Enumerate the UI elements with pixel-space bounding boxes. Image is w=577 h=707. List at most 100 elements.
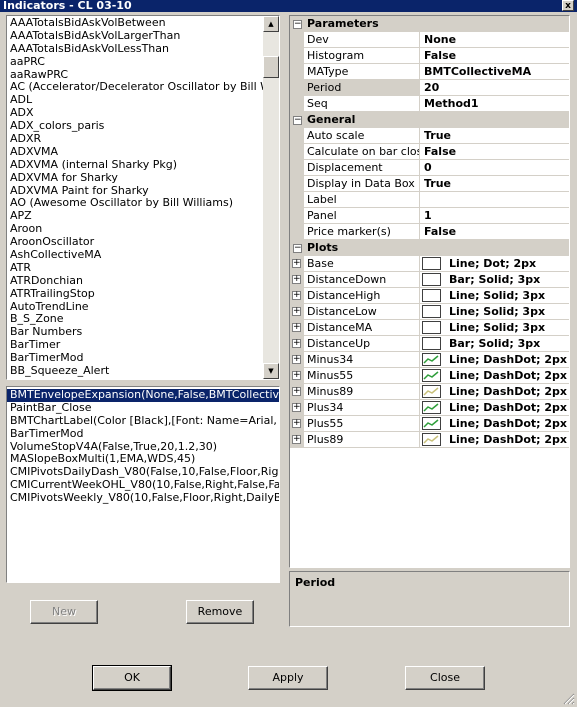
scroll-down-icon[interactable]: ▼ — [263, 363, 279, 379]
property-name[interactable]: Displacement — [304, 160, 420, 176]
applied-indicator-item[interactable]: VolumeStopV4A(False,True,20,1.2,30) — [7, 441, 279, 454]
row-gutter[interactable]: + — [290, 256, 304, 272]
indicator-list-item[interactable]: AAATotalsBidAskVolLessThan — [7, 43, 263, 56]
indicator-list-item[interactable]: aaRawPRC — [7, 69, 263, 82]
property-row[interactable]: + DistanceLow Line; Solid; 3px — [290, 304, 569, 320]
property-row[interactable]: + Minus55 Line; DashDot; 2px — [290, 368, 569, 384]
property-name[interactable]: Minus89 — [304, 384, 420, 400]
expand-icon[interactable]: + — [292, 435, 301, 444]
property-value[interactable]: Line; Solid; 3px — [420, 304, 569, 320]
property-value[interactable]: 1 — [420, 208, 569, 224]
new-button[interactable]: New — [30, 600, 98, 624]
color-swatch-icon[interactable] — [422, 417, 441, 430]
property-row[interactable]: + DistanceMA Line; Solid; 3px — [290, 320, 569, 336]
property-row[interactable]: Period 20 — [290, 80, 569, 96]
property-name[interactable]: Minus55 — [304, 368, 420, 384]
property-value[interactable]: BMTCollectiveMA — [420, 64, 569, 80]
indicator-list-item[interactable]: aaPRC — [7, 56, 263, 69]
property-name[interactable]: Period — [304, 80, 420, 96]
property-name[interactable]: DistanceDown — [304, 272, 420, 288]
row-gutter[interactable]: + — [290, 384, 304, 400]
property-row[interactable]: Label — [290, 192, 569, 208]
indicator-list-item[interactable]: ADX — [7, 107, 263, 120]
property-row[interactable]: + Minus89 Line; DashDot; 2px — [290, 384, 569, 400]
expand-icon[interactable]: + — [292, 307, 301, 316]
property-name[interactable]: Label — [304, 192, 420, 208]
indicator-list-item[interactable]: AC (Accelerator/Decelerator Oscillator b… — [7, 81, 263, 94]
property-row[interactable]: + Base Line; Dot; 2px — [290, 256, 569, 272]
property-row[interactable]: Display in Data Box True — [290, 176, 569, 192]
property-value[interactable]: Line; DashDot; 2px — [420, 368, 569, 384]
collapse-icon[interactable]: − — [293, 20, 302, 29]
color-swatch-icon[interactable] — [422, 433, 441, 446]
color-swatch-icon[interactable] — [422, 337, 441, 350]
indicator-list-item[interactable]: ATRTrailingStop — [7, 288, 263, 301]
property-value[interactable]: Line; Solid; 3px — [420, 320, 569, 336]
color-swatch-icon[interactable] — [422, 257, 441, 270]
property-value[interactable]: False — [420, 144, 569, 160]
close-button[interactable]: Close — [405, 666, 485, 690]
expand-icon[interactable]: + — [292, 387, 301, 396]
indicator-list-item[interactable]: BB_Squeeze_Alert — [7, 365, 263, 378]
indicator-list-item[interactable]: ATRDonchian — [7, 275, 263, 288]
property-value[interactable]: Method1 — [420, 96, 569, 112]
property-value[interactable]: 0 — [420, 160, 569, 176]
row-gutter[interactable]: + — [290, 352, 304, 368]
property-value[interactable]: Line; DashDot; 2px — [420, 416, 569, 432]
category-plots[interactable]: − Plots — [290, 240, 569, 256]
property-name[interactable]: Base — [304, 256, 420, 272]
expand-icon[interactable]: + — [292, 323, 301, 332]
indicator-list-item[interactable]: AAATotalsBidAskVolLargerThan — [7, 30, 263, 43]
applied-indicators-listbox[interactable]: BMTEnvelopeExpansion(None,False,BMTColle… — [6, 386, 280, 583]
property-name[interactable]: Display in Data Box — [304, 176, 420, 192]
indicator-listbox[interactable]: AAATotalsBidAskVolBetween AAATotalsBidAsk… — [6, 15, 280, 380]
indicator-list-item[interactable]: ADX_colors_paris — [7, 120, 263, 133]
color-swatch-icon[interactable] — [422, 401, 441, 414]
property-row[interactable]: MAType BMTCollectiveMA — [290, 64, 569, 80]
indicator-list-item[interactable]: B_S_Zone — [7, 313, 263, 326]
property-value[interactable]: None — [420, 32, 569, 48]
property-name[interactable]: Plus89 — [304, 432, 420, 448]
indicator-list-item[interactable]: ADXVMA for Sharky — [7, 172, 263, 185]
property-value[interactable]: Line; Solid; 3px — [420, 288, 569, 304]
indicator-list-item[interactable]: ATR — [7, 262, 263, 275]
property-row[interactable]: + Plus34 Line; DashDot; 2px — [290, 400, 569, 416]
expand-icon[interactable]: + — [292, 275, 301, 284]
indicator-list-item[interactable]: AO (Awesome Oscillator by Bill Williams) — [7, 197, 263, 210]
property-row[interactable]: Histogram False — [290, 48, 569, 64]
indicator-list-item[interactable]: Bar Numbers — [7, 326, 263, 339]
indicator-list-item[interactable]: BarTimer — [7, 339, 263, 352]
color-swatch-icon[interactable] — [422, 305, 441, 318]
category-parameters[interactable]: − Parameters — [290, 16, 569, 32]
property-value[interactable]: Line; DashDot; 2px — [420, 432, 569, 448]
color-swatch-icon[interactable] — [422, 321, 441, 334]
property-value[interactable]: True — [420, 176, 569, 192]
property-row[interactable]: + Plus89 Line; DashDot; 2px — [290, 432, 569, 448]
row-gutter[interactable]: + — [290, 400, 304, 416]
property-name[interactable]: Panel — [304, 208, 420, 224]
property-grid[interactable]: − Parameters Dev None Histogram False MAType BM… — [289, 15, 570, 568]
property-row[interactable]: Seq Method1 — [290, 96, 569, 112]
row-gutter[interactable]: + — [290, 288, 304, 304]
property-row[interactable]: + DistanceDown Bar; Solid; 3px — [290, 272, 569, 288]
expand-icon[interactable]: + — [292, 403, 301, 412]
row-gutter[interactable]: + — [290, 368, 304, 384]
property-value[interactable]: Line; Dot; 2px — [420, 256, 569, 272]
indicator-list-item[interactable]: BarTimerMod — [7, 352, 263, 365]
color-swatch-icon[interactable] — [422, 385, 441, 398]
property-value[interactable]: Bar; Solid; 3px — [420, 336, 569, 352]
expand-icon[interactable]: + — [292, 291, 301, 300]
applied-indicator-item[interactable]: CMIPivotsDailyDash_V80(False,10,False,Fl… — [7, 466, 279, 479]
property-name[interactable]: Auto scale — [304, 128, 420, 144]
property-name[interactable]: DistanceLow — [304, 304, 420, 320]
property-row[interactable]: Dev None — [290, 32, 569, 48]
indicator-list-item[interactable]: AAATotalsBidAskVolBetween — [7, 17, 263, 30]
color-swatch-icon[interactable] — [422, 273, 441, 286]
property-name[interactable]: Plus34 — [304, 400, 420, 416]
scroll-thumb[interactable] — [263, 56, 279, 78]
property-name[interactable]: DistanceUp — [304, 336, 420, 352]
indicator-list-item[interactable]: ADXVMA Paint for Sharky — [7, 185, 263, 198]
property-name[interactable]: Calculate on bar close — [304, 144, 420, 160]
property-value[interactable]: Line; DashDot; 2px — [420, 352, 569, 368]
property-value[interactable]: Line; DashDot; 2px — [420, 384, 569, 400]
